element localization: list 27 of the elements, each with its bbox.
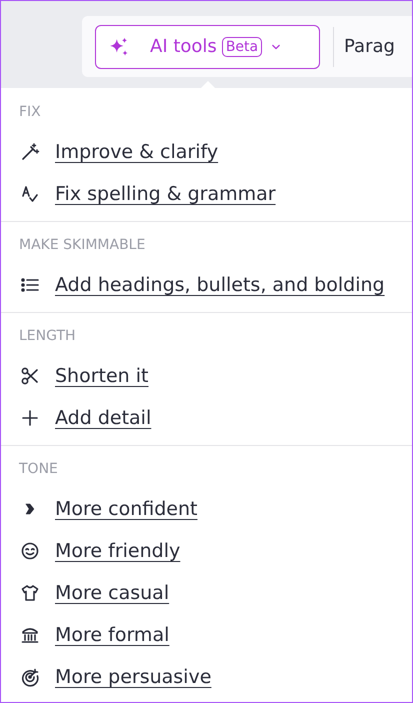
menu-item[interactable]: Add headings, bullets, and bolding <box>55 274 385 296</box>
shirt-icon <box>20 583 40 603</box>
bank-icon <box>20 625 40 645</box>
beta-badge: Beta <box>222 36 262 56</box>
smiley-icon <box>20 541 40 561</box>
menu-item[interactable]: Shorten it <box>55 365 148 387</box>
menu-item[interactable]: Fix spelling & grammar <box>55 183 276 205</box>
list-icon <box>20 275 40 295</box>
menu-item[interactable]: Add detail <box>55 407 152 429</box>
menu-item[interactable]: More casual <box>55 582 170 604</box>
paragraph-dropdown[interactable]: Parag <box>344 36 395 57</box>
spellcheck-icon <box>20 184 40 204</box>
section-heading: TONE <box>18 460 59 479</box>
wand-icon <box>20 142 40 162</box>
section-heading: FIX <box>18 103 42 122</box>
sparkle-icon <box>108 36 130 58</box>
menu-item[interactable]: More confident <box>55 498 198 520</box>
section-heading: LENGTH <box>18 327 77 346</box>
menu-item[interactable]: More formal <box>55 624 170 646</box>
menu-item[interactable]: More friendly <box>55 540 180 562</box>
scissors-icon <box>20 366 40 386</box>
plus-icon <box>20 408 40 428</box>
section-heading: MAKE SKIMMABLE <box>18 236 146 255</box>
target-icon <box>20 667 40 687</box>
menu-item[interactable]: More persuasive <box>55 666 212 688</box>
ai-tools-button[interactable]: AI tools Beta <box>95 24 320 68</box>
menu-item[interactable]: Improve & clarify <box>55 141 218 163</box>
